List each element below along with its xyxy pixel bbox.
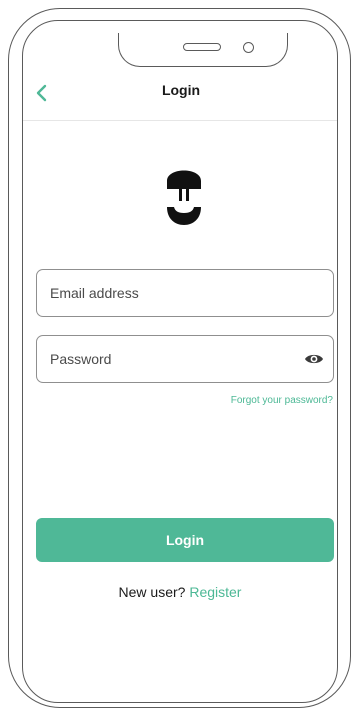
register-row: New user? Register: [23, 584, 337, 600]
show-password-button[interactable]: [304, 350, 324, 368]
email-input[interactable]: [50, 270, 300, 316]
camera-icon: [243, 42, 254, 53]
register-prompt: New user?: [118, 584, 190, 600]
eye-icon: [305, 354, 323, 364]
email-field[interactable]: [36, 269, 334, 317]
phone-notch: [118, 33, 288, 67]
phone-screen: Login Forgot your password? Login New us…: [22, 20, 338, 703]
forgot-password-link[interactable]: Forgot your password?: [231, 395, 333, 406]
brand-logo-icon: [163, 159, 205, 227]
password-input[interactable]: [50, 336, 300, 382]
password-field[interactable]: [36, 335, 334, 383]
login-button[interactable]: Login: [36, 518, 334, 562]
page-title: Login: [161, 82, 201, 98]
register-link[interactable]: Register: [189, 584, 241, 600]
speaker-icon: [183, 43, 221, 51]
app-header: Login: [23, 67, 337, 121]
